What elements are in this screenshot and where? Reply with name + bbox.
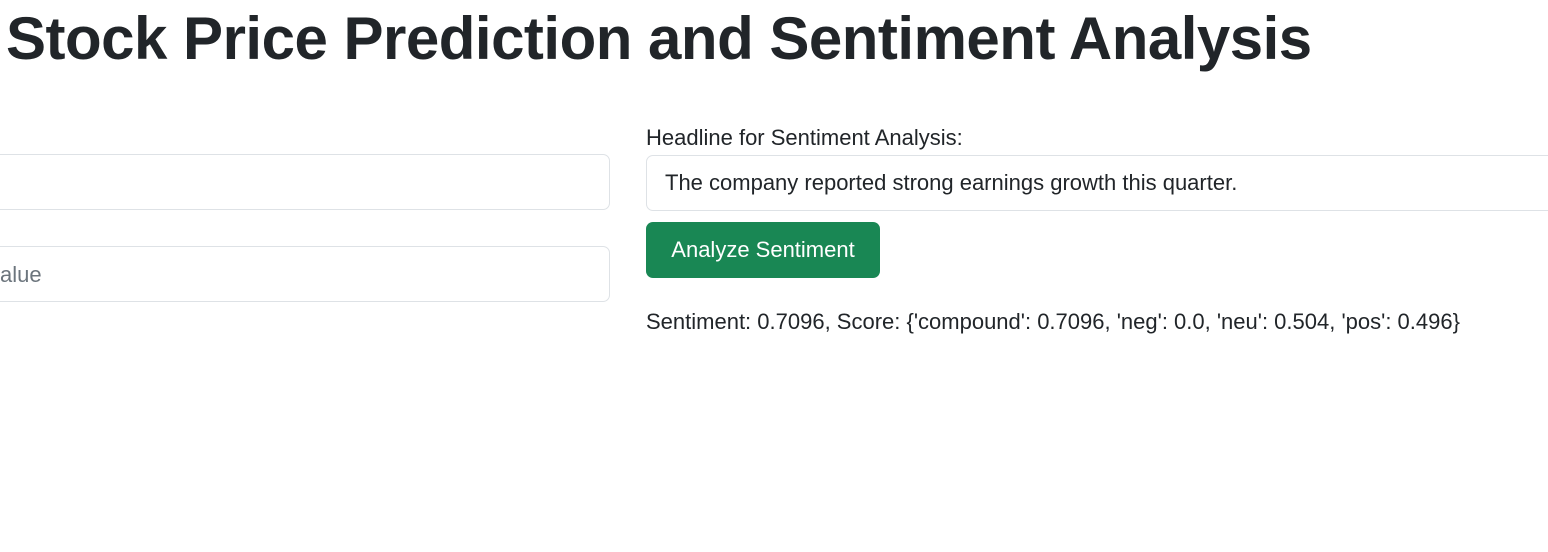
headline-label: Headline for Sentiment Analysis:: [646, 125, 963, 150]
analyze-sentiment-button[interactable]: Analyze Sentiment: [646, 222, 880, 278]
sentiment-result: Sentiment: 0.7096, Score: {'compound': 0…: [646, 309, 1460, 334]
page: Stock Price Prediction and Sentiment Ana…: [0, 0, 1548, 552]
prediction-input-2[interactable]: [0, 246, 610, 302]
prediction-input-2-placeholder: alue: [0, 262, 42, 287]
prediction-input-1[interactable]: [0, 154, 610, 210]
headline-input[interactable]: [646, 155, 1548, 211]
page-title: Stock Price Prediction and Sentiment Ana…: [6, 5, 1312, 72]
